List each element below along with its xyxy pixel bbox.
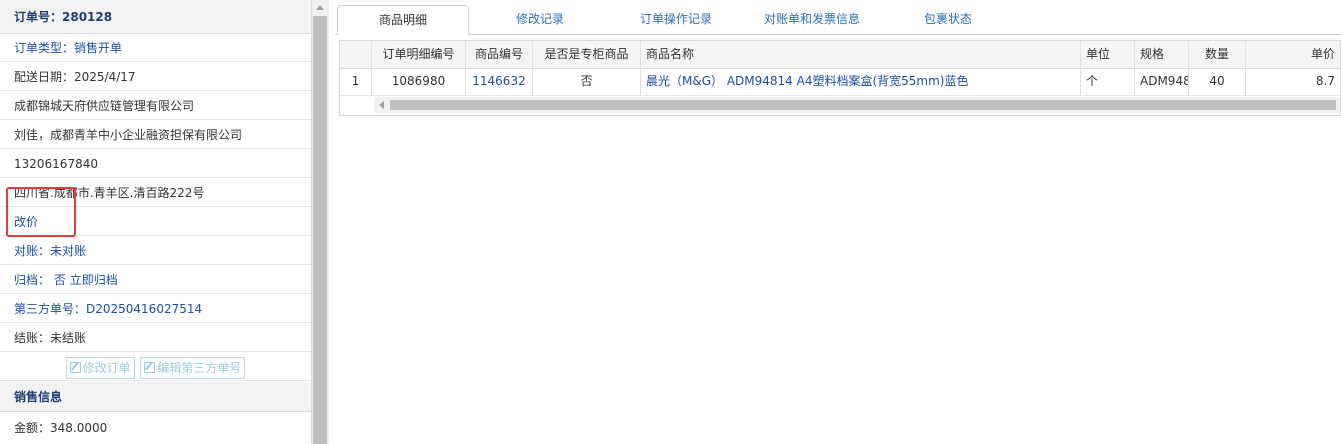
action-buttons-row: 修改订单 编辑第三方单号	[0, 353, 311, 381]
tab-order-operation-records[interactable]: 订单操作记录	[611, 5, 741, 33]
third-party-order: 第三方单号：D20250416027514	[0, 295, 311, 323]
cell-index: 1	[340, 68, 372, 95]
header-spec[interactable]: 规格	[1135, 41, 1189, 68]
header-quantity[interactable]: 数量	[1189, 41, 1246, 68]
header-unit-price[interactable]: 单价	[1246, 41, 1340, 68]
cell-counter-product: 否	[533, 68, 641, 95]
archive-label: 归档：	[14, 273, 51, 287]
sales-info-title: 销售信息	[0, 382, 311, 412]
edit-icon	[69, 361, 81, 373]
order-info-panel: 订单号：280128 订单类型：销售开单 配送日期：2025/4/17 成都锦城…	[0, 0, 312, 444]
tab-modify-records[interactable]: 修改记录	[475, 5, 605, 33]
tab-product-details[interactable]: 商品明细	[337, 5, 469, 35]
header-index	[340, 41, 372, 68]
company-name: 成都锦城天府供应链管理有限公司	[0, 92, 311, 120]
table-horizontal-scrollbar[interactable]	[374, 97, 1340, 113]
edit-third-party-button[interactable]: 编辑第三方单号	[140, 356, 246, 379]
table-row[interactable]: 1 1086980 1146632 否 晨光（M&G） ADM94814 A4塑…	[340, 68, 1340, 96]
order-type: 订单类型：销售开单	[0, 34, 311, 62]
cell-product-id-link[interactable]: 1146632	[466, 68, 533, 95]
cell-product-name-link[interactable]: 晨光（M&G） ADM94814 A4塑料档案盒(背宽55mm)蓝色	[641, 68, 1081, 95]
sales-amount: 金额：348.0000	[14, 421, 108, 435]
edit-order-label: 修改订单	[82, 360, 131, 375]
cell-detail-id: 1086980	[372, 68, 466, 95]
header-detail-id[interactable]: 订单明细编号	[372, 41, 466, 68]
cell-spec: ADM948	[1135, 68, 1189, 95]
edit-icon	[144, 361, 156, 373]
table-header: 订单明细编号 商品编号 是否是专柜商品 商品名称 单位 规格 数量 单价	[340, 41, 1340, 69]
archive-value: 否	[53, 273, 66, 287]
detail-tabs: 商品明细 修改记录 订单操作记录 对账单和发票信息 包裹状态	[335, 0, 1341, 35]
scroll-left-arrow-icon[interactable]	[379, 101, 384, 109]
header-counter-product[interactable]: 是否是专柜商品	[533, 41, 641, 68]
tab-statement-invoice[interactable]: 对账单和发票信息	[747, 5, 877, 33]
settlement-status: 结账：未结账	[0, 324, 311, 352]
left-scrollbar[interactable]	[312, 0, 329, 444]
cell-unit: 个	[1081, 68, 1135, 95]
scroll-up-arrow-icon[interactable]	[316, 5, 324, 10]
order-number-title: 订单号：280128	[0, 0, 311, 34]
contact-info: 刘佳，成都青羊中小企业融资担保有限公司	[0, 121, 311, 149]
cell-unit-price: 8.7	[1315, 74, 1335, 88]
scrollbar-thumb[interactable]	[313, 16, 327, 444]
header-product-name[interactable]: 商品名称	[641, 41, 1081, 68]
cell-quantity: 40	[1189, 68, 1246, 95]
phone-number: 13206167840	[0, 150, 311, 178]
header-unit[interactable]: 单位	[1081, 41, 1135, 68]
edit-third-party-label: 编辑第三方单号	[157, 360, 242, 375]
horizontal-scrollbar-thumb[interactable]	[390, 100, 1336, 110]
archive-row: 归档： 否 立即归档	[0, 266, 311, 294]
reconcile-status: 对账：未对账	[0, 237, 311, 265]
delivery-date: 配送日期：2025/4/17	[0, 63, 311, 91]
header-product-id[interactable]: 商品编号	[466, 41, 533, 68]
product-detail-table: 订单明细编号 商品编号 是否是专柜商品 商品名称 单位 规格 数量 单价 1 1…	[339, 40, 1341, 116]
edit-order-button[interactable]: 修改订单	[65, 356, 135, 379]
archive-now-link[interactable]: 立即归档	[70, 273, 118, 287]
highlight-box	[6, 187, 76, 237]
tab-package-status[interactable]: 包裹状态	[883, 5, 1013, 33]
